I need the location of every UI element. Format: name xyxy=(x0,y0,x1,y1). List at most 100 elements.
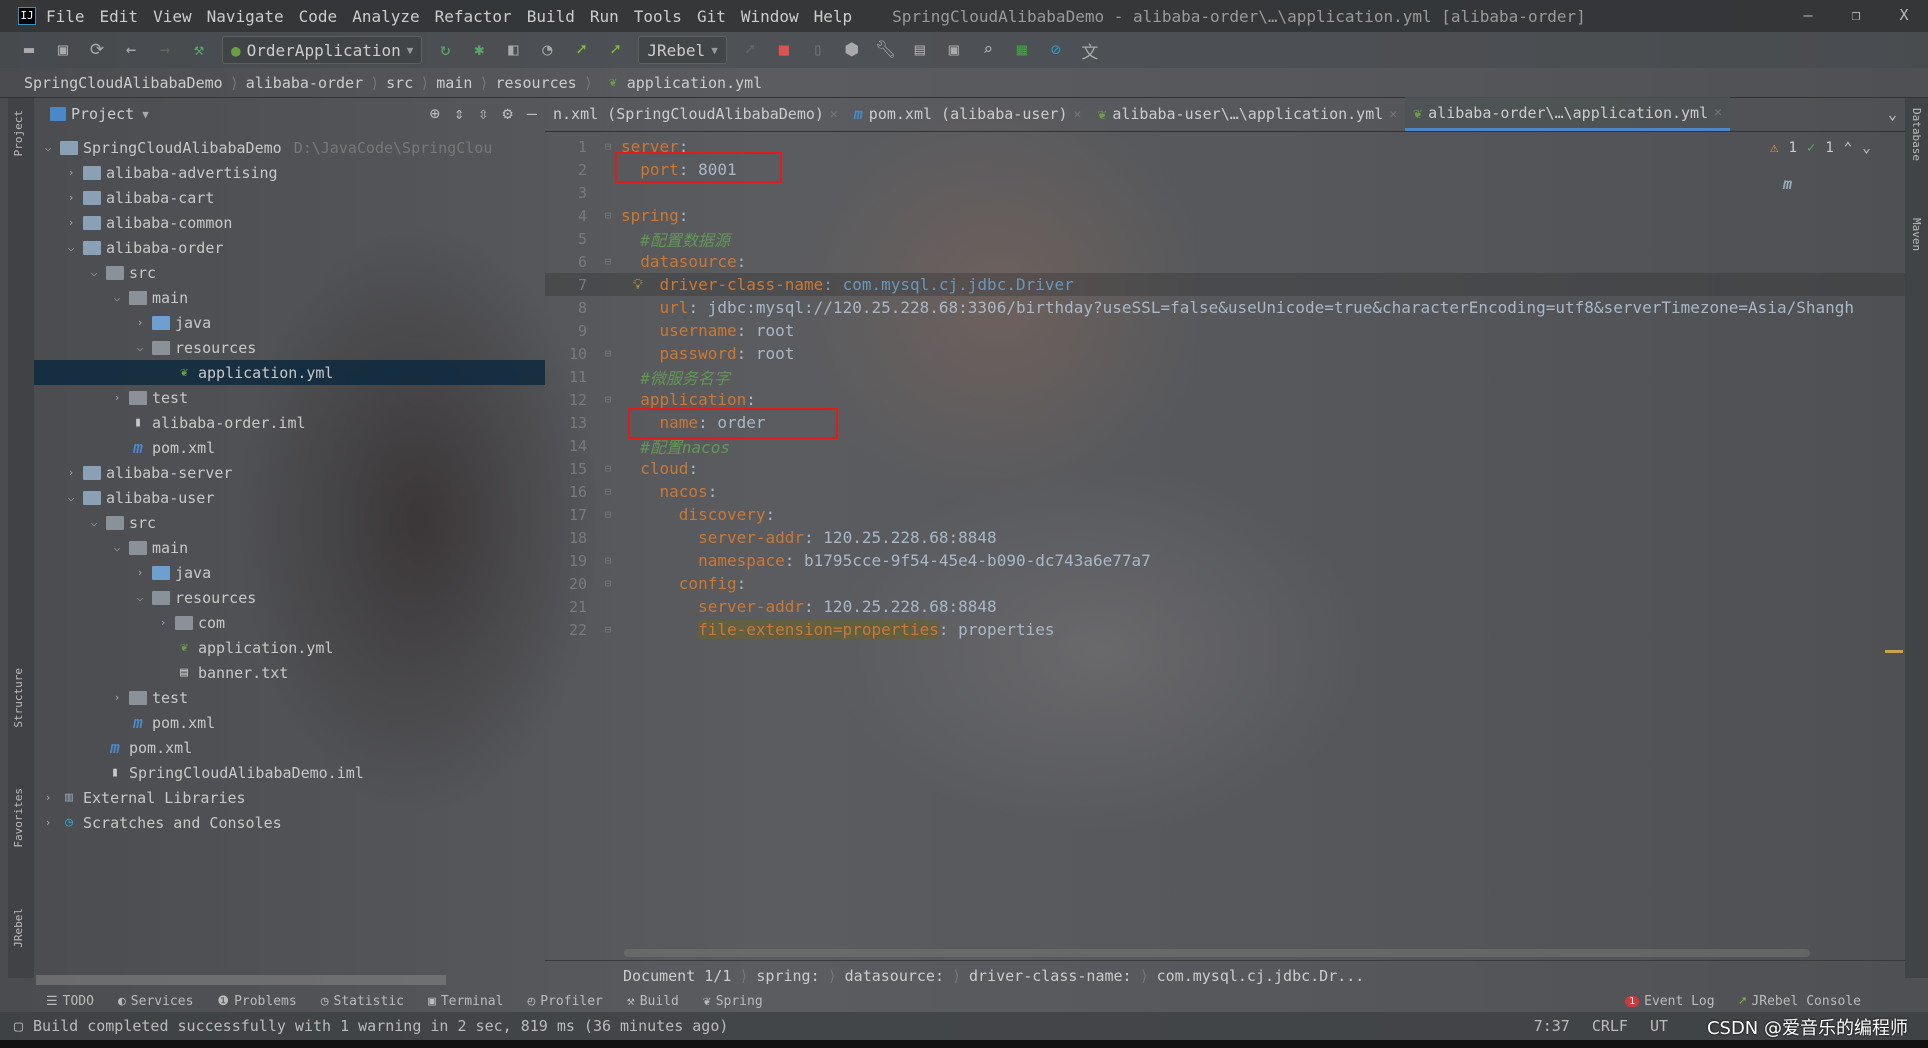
locate-icon[interactable]: ⊕ xyxy=(430,104,440,124)
chevron-down-icon[interactable]: ▼ xyxy=(142,108,149,121)
open-folder-icon[interactable]: ▬ xyxy=(18,39,40,61)
breadcrumb-item[interactable]: SpringCloudAlibabaDemo xyxy=(24,74,223,92)
menu-build[interactable]: Build xyxy=(527,7,575,26)
caret-position[interactable]: 7:37 xyxy=(1534,1017,1570,1035)
tree-item[interactable]: › test xyxy=(34,685,545,710)
breadcrumb-item[interactable]: application.yml xyxy=(627,74,762,92)
maven-tool-tab[interactable]: Maven xyxy=(1910,218,1923,251)
tree-item[interactable]: › java xyxy=(34,310,545,335)
rerun-icon[interactable]: ↻ xyxy=(434,39,456,61)
tree-item[interactable]: ⌵ alibaba-user xyxy=(34,485,545,510)
file-encoding[interactable]: UT xyxy=(1650,1017,1668,1035)
tool-window-jrebel-console[interactable]: ➚ JRebel Console xyxy=(1739,994,1861,1009)
favorites-tool-tab[interactable]: Favorites xyxy=(12,788,25,848)
fold-marker-icon[interactable]: ⊟ xyxy=(595,554,621,567)
jrebel-debug-icon[interactable]: ➚ xyxy=(604,39,626,61)
fold-marker-icon[interactable]: ⊟ xyxy=(595,393,621,406)
fold-marker-icon[interactable]: ⊟ xyxy=(595,508,621,521)
tree-item[interactable]: ⌵ alibaba-order xyxy=(34,235,545,260)
tree-item[interactable]: › alibaba-server xyxy=(34,460,545,485)
chevron-down-icon[interactable]: ⌵ xyxy=(63,241,79,254)
profile-icon[interactable]: ◔ xyxy=(536,39,558,61)
tree-item[interactable]: ⌵ SpringCloudAlibabaDemo D:\JavaCode\Sprin… xyxy=(34,135,545,160)
chevron-down-icon[interactable]: ⌵ xyxy=(109,291,125,304)
close-tab-icon[interactable]: ✕ xyxy=(1389,107,1397,122)
project-view-select[interactable]: Project xyxy=(71,105,134,123)
jrebel-run-icon[interactable]: ➚ xyxy=(570,39,592,61)
save-icon[interactable]: ▣ xyxy=(52,39,74,61)
menu-code[interactable]: Code xyxy=(299,7,338,26)
menu-view[interactable]: View xyxy=(153,7,192,26)
tree-item[interactable]: ⌵ src xyxy=(34,260,545,285)
menu-run[interactable]: Run xyxy=(590,7,619,26)
chevron-right-icon[interactable]: › xyxy=(132,316,148,329)
fold-marker-icon[interactable]: ⊟ xyxy=(595,255,621,268)
chevron-right-icon[interactable]: › xyxy=(63,166,79,179)
jrebel-select[interactable]: JRebel ▼ xyxy=(638,36,727,64)
editor-tab[interactable]: n.xml (SpringCloudAlibabaDemo) ✕ xyxy=(545,97,846,131)
chevron-right-icon[interactable]: › xyxy=(63,466,79,479)
tool-window-services[interactable]: ◐ Services xyxy=(118,994,193,1009)
tool-window-profiler[interactable]: ◴ Profiler xyxy=(527,994,602,1009)
tool-window-todo[interactable]: ☰ TODO xyxy=(46,994,94,1009)
chevron-right-icon[interactable]: › xyxy=(63,216,79,229)
status-toggle-icon[interactable]: ▢ xyxy=(14,1017,23,1035)
fold-marker-icon[interactable]: ⊟ xyxy=(595,209,621,222)
search-icon[interactable]: ⌕ xyxy=(977,39,999,61)
horizontal-scrollbar[interactable] xyxy=(624,949,1810,957)
breadcrumb-item[interactable]: src xyxy=(386,74,413,92)
fold-marker-icon[interactable]: ⊟ xyxy=(595,462,621,475)
editor-tab[interactable]: ❦ alibaba-order\…\application.yml ✕ xyxy=(1405,97,1730,131)
tool-window-problems[interactable]: ❶ Problems xyxy=(217,994,296,1009)
menu-edit[interactable]: Edit xyxy=(100,7,139,26)
editor-breadcrumb-item[interactable]: com.mysql.cj.jdbc.Dr... xyxy=(1157,967,1365,985)
hide-icon[interactable]: — xyxy=(527,104,537,124)
tree-item[interactable]: ⌵ resources xyxy=(34,585,545,610)
settings-wrench-icon[interactable]: 🔧︎ xyxy=(875,39,897,61)
device-icon[interactable]: ▯ xyxy=(807,39,829,61)
translate-icon[interactable]: 文 xyxy=(1079,39,1101,63)
code-editor[interactable]: 1 ⊟ server: 2 port: 8001 3 4 ⊟ spring: 5 #配置数据源 6… xyxy=(545,135,1905,945)
jrebel-tool-tab[interactable]: JRebel xyxy=(12,908,25,948)
menu-navigate[interactable]: Navigate xyxy=(207,7,284,26)
editor-breadcrumb-item[interactable]: spring: xyxy=(756,967,819,985)
chevron-right-icon[interactable]: › xyxy=(40,816,56,829)
tree-item[interactable]: › java xyxy=(34,560,545,585)
menu-window[interactable]: Window xyxy=(741,7,799,26)
menu-file[interactable]: File xyxy=(46,7,85,26)
chevron-down-icon[interactable]: ⌵ xyxy=(63,491,79,504)
menu-analyze[interactable]: Analyze xyxy=(352,7,419,26)
chevron-right-icon[interactable]: › xyxy=(63,191,79,204)
tree-item[interactable]: ⌵ resources xyxy=(34,335,545,360)
tree-item[interactable]: › ▥ External Libraries xyxy=(34,785,545,810)
chevron-right-icon[interactable]: › xyxy=(109,691,125,704)
close-tab-icon[interactable]: ✕ xyxy=(1073,107,1081,122)
chevron-right-icon[interactable]: › xyxy=(132,566,148,579)
editor-breadcrumb-item[interactable]: Document 1/1 xyxy=(623,967,731,985)
tree-item[interactable]: ⌵ src xyxy=(34,510,545,535)
debug-icon[interactable]: ✱ xyxy=(468,39,490,61)
database-tool-tab[interactable]: Database xyxy=(1910,108,1923,161)
tree-item[interactable]: › ◷ Scratches and Consoles xyxy=(34,810,545,835)
tab-list-chevron-icon[interactable]: ⌄ xyxy=(1880,97,1905,131)
gear-icon[interactable]: ⚙ xyxy=(503,104,513,124)
fold-marker-icon[interactable]: ⊟ xyxy=(595,577,621,590)
tool-window-statistic[interactable]: ◷ Statistic xyxy=(321,994,404,1009)
run-window-icon[interactable]: ▣ xyxy=(943,39,965,61)
project-structure-icon[interactable]: ▤ xyxy=(909,39,931,61)
close-button[interactable]: X xyxy=(1880,0,1928,30)
stop-icon[interactable]: ■ xyxy=(773,39,795,61)
tree-item[interactable]: › alibaba-cart xyxy=(34,185,545,210)
tree-item[interactable]: › test xyxy=(34,385,545,410)
chevron-right-icon[interactable]: › xyxy=(109,391,125,404)
tree-item[interactable]: ▮ SpringCloudAlibabaDemo.iml xyxy=(34,760,545,785)
jrebel-disabled-icon[interactable]: ➚ xyxy=(739,39,761,61)
fold-marker-icon[interactable]: ⊟ xyxy=(595,347,621,360)
chevron-right-icon[interactable]: › xyxy=(155,616,171,629)
fold-marker-icon[interactable]: ⊟ xyxy=(595,623,621,636)
structure-tool-tab[interactable]: Structure xyxy=(12,668,25,728)
breadcrumb-item[interactable]: alibaba-order xyxy=(246,74,363,92)
tree-item[interactable]: ❦ application.yml xyxy=(34,360,545,385)
deploy-icon[interactable]: ⬢ xyxy=(841,39,863,61)
chevron-right-icon[interactable]: › xyxy=(40,791,56,804)
